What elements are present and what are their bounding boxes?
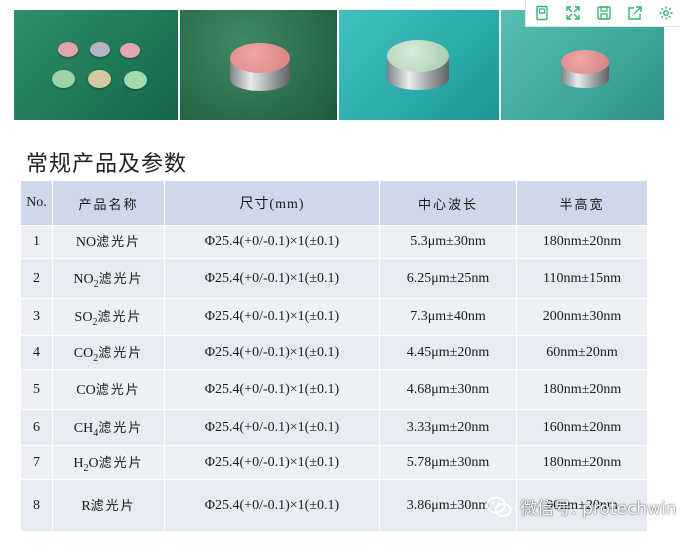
tan-filter-chip [88,70,111,88]
column-header-fwhm: 半高宽 [516,180,648,226]
green-filter-chip [52,70,75,88]
cell-center-wavelength: 7.3μm±40nm [379,298,517,336]
gas-formula: NO [73,271,94,287]
cell-size: Φ25.4(+0/-0.1)×1(±0.1) [164,369,380,410]
save-icon[interactable] [593,2,615,24]
small-pink-filter-disc [560,50,609,88]
cell-product-name: SO2滤光片 [52,298,165,336]
table-row: 4 CO2滤光片 Φ25.4(+0/-0.1)×1(±0.1) 4.45μm±20nm… [20,335,648,370]
cell-center-wavelength: 4.68μm±30nm [379,369,517,410]
product-suffix: 滤光片 [90,498,136,514]
table-row: 5 CO滤光片 Φ25.4(+0/-0.1)×1(±0.1) 4.68μm±30nm 1… [20,369,648,410]
cell-product-name: CH4滤光片 [52,409,165,446]
cell-no: 6 [20,409,53,446]
cell-center-wavelength: 5.78μm±30nm [379,445,517,480]
column-header-size: 尺寸(mm) [164,180,380,226]
product-suffix: 滤光片 [98,345,144,361]
table-row: 3 SO2滤光片 Φ25.4(+0/-0.1)×1(±0.1) 7.3μm±40nm 2… [20,298,648,336]
product-suffix: 滤光片 [98,455,144,471]
expand-icon[interactable] [562,2,584,24]
table-row: 6 CH4滤光片 Φ25.4(+0/-0.1)×1(±0.1) 3.33μm±20nm… [20,409,648,446]
gas-formula: CO [73,345,94,361]
cell-size: Φ25.4(+0/-0.1)×1(±0.1) [164,258,380,299]
watermark-text: 微信号: protechwin [520,499,677,519]
cell-fwhm: 60nm±20nm [516,335,648,370]
cell-no: 7 [20,445,53,480]
cell-no: 8 [20,479,53,532]
gas-formula: SO [74,310,93,326]
table-row: 2 NO2滤光片 Φ25.4(+0/-0.1)×1(±0.1) 6.25μm±25nm… [20,258,648,299]
image-toolbar [525,0,680,27]
cell-no: 1 [20,225,53,259]
gas-formula: H [73,455,84,471]
pink-filter-disc [229,43,290,91]
section-heading: 常规产品及参数 [26,152,188,177]
green-filter-disc-photo [339,10,499,120]
filter-chips-photo [14,10,178,120]
cell-no: 2 [20,258,53,299]
cell-product-name: NO滤光片 [52,225,165,259]
cell-product-name: R滤光片 [52,479,165,532]
column-header-no: No. [20,180,53,226]
cell-size: Φ25.4(+0/-0.1)×1(±0.1) [164,298,380,336]
product-suffix: 滤光片 [98,420,144,436]
product-suffix: 滤光片 [95,382,141,398]
cell-no: 5 [20,369,53,410]
green-filter-disc [387,40,450,90]
cell-fwhm: 180nm±20nm [516,445,648,480]
table-row: 7 H2O滤光片 Φ25.4(+0/-0.1)×1(±0.1) 5.78μm±30nm… [20,445,648,480]
pink-filter-disc-photo [179,10,338,120]
cell-no: 3 [20,298,53,336]
gas-formula: CH [73,420,94,436]
cell-product-name: H2O滤光片 [52,445,165,480]
cell-fwhm: 160nm±20nm [516,409,648,446]
gas-formula-tail: O [88,455,99,471]
column-header-center-wavelength: 中心波长 [379,180,517,226]
cell-fwhm: 110nm±15nm [516,258,648,299]
bookmark-icon[interactable] [531,2,553,24]
pink-filter-chip [120,43,140,58]
pink-filter-chip [58,42,78,57]
cell-center-wavelength: 3.33μm±20nm [379,409,517,446]
cell-product-name: NO2滤光片 [52,258,165,299]
gas-formula: CO [76,382,96,398]
table-row: 1 NO滤光片 Φ25.4(+0/-0.1)×1(±0.1) 5.3μm±30nm 18… [20,225,648,259]
settings-icon[interactable] [655,2,677,24]
cell-center-wavelength: 4.45μm±20nm [379,335,517,370]
product-suffix: 滤光片 [98,271,144,287]
cell-center-wavelength: 6.25μm±25nm [379,258,517,299]
column-header-product-name: 产品名称 [52,180,165,226]
cell-size: Φ25.4(+0/-0.1)×1(±0.1) [164,479,380,532]
cell-product-name: CO2滤光片 [52,335,165,370]
cell-size: Φ25.4(+0/-0.1)×1(±0.1) [164,409,380,446]
gray-filter-chip [90,42,110,57]
green-filter-chip [124,71,147,89]
cell-product-name: CO滤光片 [52,369,165,410]
share-icon[interactable] [624,2,646,24]
cell-no: 4 [20,335,53,370]
gas-formula: R [81,498,91,514]
product-suffix: 滤光片 [97,310,143,326]
wechat-icon [486,496,512,518]
wechat-watermark: 微信号: protechwin [486,494,677,519]
product-suffix: 滤光片 [96,235,142,251]
cell-size: Φ25.4(+0/-0.1)×1(±0.1) [164,225,380,259]
product-parameter-table: No. 产品名称 尺寸(mm) 中心波长 半高宽 1 NO滤光片 Φ25.4(+0/… [20,180,648,532]
cell-center-wavelength: 5.3μm±30nm [379,225,517,259]
cell-size: Φ25.4(+0/-0.1)×1(±0.1) [164,445,380,480]
cell-fwhm: 180nm±20nm [516,225,648,259]
cell-fwhm: 180nm±20nm [516,369,648,410]
cell-size: Φ25.4(+0/-0.1)×1(±0.1) [164,335,380,370]
gas-formula: NO [75,235,97,251]
cell-fwhm: 200nm±30nm [516,298,648,336]
